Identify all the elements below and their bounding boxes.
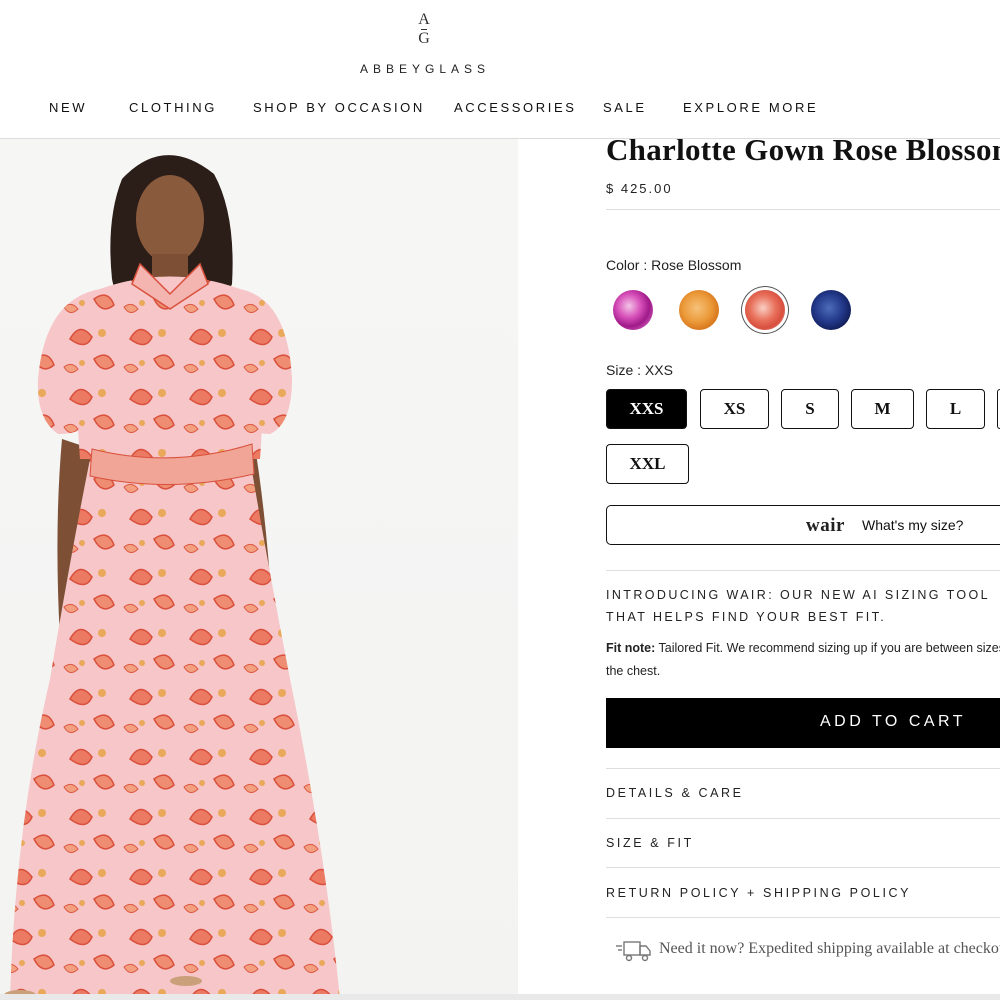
size-xxl-button[interactable]: XXL [606, 444, 689, 484]
product-price: $ 425.00 [606, 181, 673, 196]
accordion-size-fit[interactable]: SIZE & FIT [606, 836, 694, 850]
divider [606, 768, 1000, 769]
logo-letter-g: G [418, 30, 430, 47]
nav-sale[interactable]: SALE [603, 100, 647, 115]
nav-explore-more[interactable]: EXPLORE MORE [683, 100, 818, 115]
nav-clothing[interactable]: CLOTHING [129, 100, 217, 115]
bottom-scrollbar[interactable] [0, 994, 1000, 1000]
brand-logo-mark[interactable]: A G [413, 12, 435, 47]
nav-new[interactable]: NEW [49, 100, 87, 115]
divider [606, 818, 1000, 819]
size-l-button[interactable]: L [926, 389, 985, 429]
divider [606, 867, 1000, 868]
size-label: Size : XXS [606, 362, 673, 378]
expedited-shipping-notice: Need it now? Expedited shipping availabl… [616, 938, 1000, 964]
accordion-return-shipping-policy[interactable]: RETURN POLICY + SHIPPING POLICY [606, 886, 911, 900]
fit-note-text: Tailored Fit. We recommend sizing up if … [606, 641, 1000, 678]
wair-intro-text: INTRODUCING WAIR: OUR NEW AI SIZING TOOL… [606, 588, 990, 624]
nav-shop-by-occasion[interactable]: SHOP BY OCCASION [253, 100, 425, 115]
divider [606, 209, 1000, 210]
delivery-truck-icon [616, 941, 651, 962]
swatch-navy-floral[interactable] [811, 290, 851, 330]
wair-logo: wair [806, 515, 845, 536]
nav-accessories[interactable]: ACCESSORIES [454, 100, 577, 115]
size-xxs-button[interactable]: XXS [606, 389, 687, 429]
color-label: Color : Rose Blossom [606, 257, 742, 273]
logo-letter-a: A [418, 11, 430, 28]
swatch-rose-blossom[interactable] [745, 290, 785, 330]
divider [606, 570, 1000, 571]
wair-button-label: What's my size? [862, 517, 964, 533]
wair-size-button[interactable]: wair What's my size? [606, 505, 1000, 545]
divider [606, 917, 1000, 918]
add-to-cart-button[interactable]: ADD TO CART [606, 698, 1000, 748]
model-in-gown-illustration [4, 155, 340, 1000]
product-photo[interactable] [0, 139, 518, 1000]
size-s-button[interactable]: S [781, 389, 839, 429]
size-xs-button[interactable]: XS [700, 389, 769, 429]
site-header: A G ABBEYGLASS NEW CLOTHING SHOP BY OCCA… [0, 0, 1000, 139]
swatch-orange-floral[interactable] [679, 290, 719, 330]
swatch-pink-floral[interactable] [613, 290, 653, 330]
size-m-button[interactable]: M [851, 389, 914, 429]
fit-note: Fit note: Tailored Fit. We recommend siz… [606, 637, 1000, 683]
brand-name[interactable]: ABBEYGLASS [345, 62, 505, 76]
fit-note-label: Fit note: [606, 641, 656, 655]
add-to-cart-label: ADD TO CART [820, 713, 967, 730]
accordion-details-care[interactable]: DETAILS & CARE [606, 786, 744, 800]
shipping-text: Need it now? Expedited shipping availabl… [659, 940, 1000, 957]
